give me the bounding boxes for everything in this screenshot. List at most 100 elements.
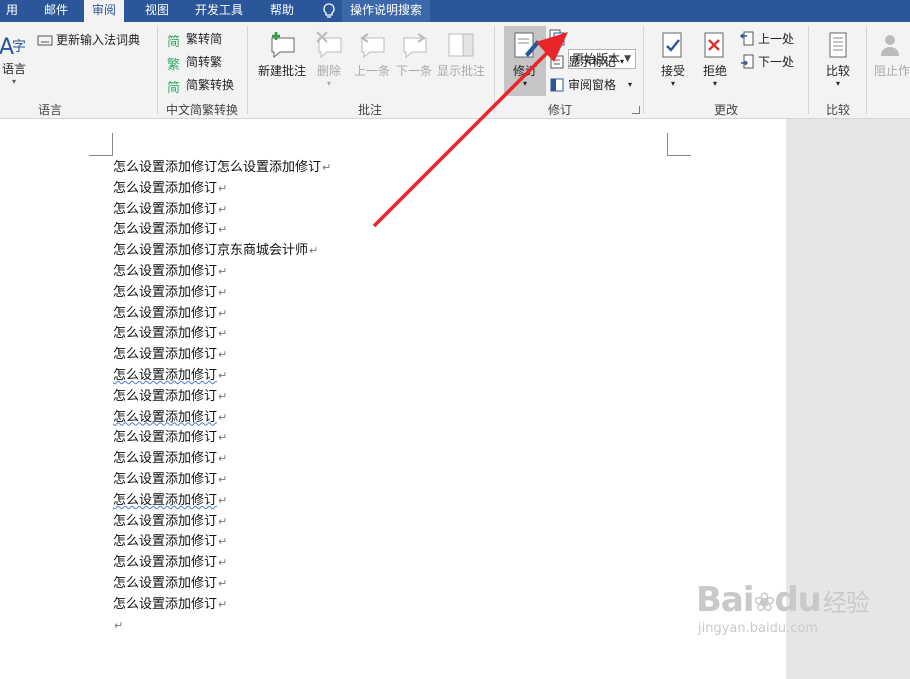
paragraph-text: 怎么设置添加修订	[113, 305, 218, 321]
document-paragraph[interactable]: 怎么设置添加修订↵	[113, 366, 227, 386]
tab-review[interactable]: 审阅	[84, 0, 125, 22]
paragraph-mark: ↵	[114, 618, 124, 632]
traditional-to-simplified-button[interactable]: 简 繁转简	[167, 30, 222, 50]
accept-button[interactable]: 接受 ▾	[656, 30, 690, 88]
paragraph-text: 怎么设置添加修订	[113, 534, 218, 550]
language-button[interactable]: A 字 语言 ▾	[0, 30, 30, 86]
paragraph-mark: ↵	[218, 265, 228, 278]
lightbulb-icon	[320, 2, 338, 20]
document-paragraph[interactable]: 怎么设置添加修订↵	[113, 428, 227, 448]
tab-view[interactable]: 视图	[137, 0, 177, 22]
paragraph-mark: ↵	[218, 556, 228, 570]
paragraph-mark: ↵	[218, 389, 228, 403]
watermark-brand-du: du	[774, 580, 822, 620]
document-paragraph[interactable]: 怎么设置添加修订↵	[113, 595, 227, 615]
block-authors-icon	[881, 35, 899, 56]
document-paragraph[interactable]: 怎么设置添加修订↵	[113, 345, 227, 365]
delete-label: 删除	[316, 64, 341, 78]
paragraph-text: 怎么设置添加修订京东商城会计师	[113, 243, 309, 259]
paragraph-mark: ↵	[322, 161, 332, 174]
paragraph-mark: ↵	[218, 202, 228, 216]
group-separator	[643, 26, 644, 114]
paragraph-text: 怎么设置添加修订	[113, 576, 218, 591]
new-comment-button[interactable]: 新建批注	[255, 30, 309, 79]
paragraph-mark: ↵	[218, 431, 228, 445]
compare-button[interactable]: 比较 ▾	[820, 30, 856, 88]
document-paragraph[interactable]: 怎么设置添加修订↵	[113, 179, 227, 199]
next-change-label: 下一处	[758, 55, 795, 69]
document-paragraph[interactable]: 怎么设置添加修订↵	[113, 283, 227, 303]
accept-icon	[662, 32, 682, 58]
previous-change-label: 上一处	[758, 32, 795, 46]
document-paragraph[interactable]: 怎么设置添加修订↵	[113, 470, 227, 490]
keyboard-icon	[37, 35, 53, 45]
paragraph-text: 怎么设置添加修订	[113, 347, 218, 363]
tab-help[interactable]: 帮助	[262, 0, 302, 22]
paragraph-mark: ↵	[218, 452, 228, 466]
page-corner-mark	[89, 133, 113, 156]
paragraph-text: 怎么设置添加修订	[113, 264, 218, 279]
paragraph-text: 怎么设置添加修订	[113, 555, 218, 571]
group-label-changes: 更改	[713, 103, 738, 117]
chinese-conversion-button[interactable]: 简 简繁转换	[167, 76, 235, 96]
language-label: 语言	[1, 62, 26, 76]
paragraph-mark: ↵	[309, 244, 319, 258]
group-label-compare: 比较	[825, 103, 850, 117]
previous-change-button[interactable]: 上一处	[739, 30, 794, 47]
document-paragraph[interactable]: ↵	[113, 616, 123, 636]
document-paragraph[interactable]: 怎么设置添加修订↵	[113, 200, 227, 220]
paragraph-text: 怎么设置添加修订怎么设置添加修订	[113, 160, 322, 175]
watermark-brand-jingyan: 经验	[822, 589, 870, 617]
document-paragraph[interactable]: 怎么设置添加修订↵	[113, 408, 227, 428]
update-ime-dictionary-button[interactable]: 更新输入法词典	[37, 31, 140, 48]
document-paragraph[interactable]: 怎么设置添加修订↵	[113, 449, 227, 469]
tab-mailings[interactable]: 邮件	[36, 0, 76, 22]
document-paragraph[interactable]: 怎么设置添加修订↵	[113, 387, 227, 407]
paragraph-mark: ↵	[218, 410, 228, 424]
chevron-down-icon: ▾	[620, 57, 625, 66]
previous-change-icon	[739, 31, 754, 45]
conversion-icon: 简	[167, 80, 181, 96]
document-paragraph[interactable]: 怎么设置添加修订↵	[113, 220, 227, 240]
paragraph-text: 怎么设置添加修订	[113, 326, 218, 342]
next-change-icon	[741, 54, 754, 68]
paragraph-text: 怎么设置添加修订	[113, 409, 218, 425]
tell-me-search[interactable]: 操作说明搜索	[342, 0, 431, 22]
new-comment-icon	[271, 32, 295, 59]
s2t-label: 简转繁	[186, 55, 223, 69]
tab-references[interactable]: 用	[0, 0, 26, 22]
paragraph-mark: ↵	[218, 285, 228, 299]
group-label-chinese-conversion: 中文简繁转换	[165, 103, 238, 117]
paragraph-text: 怎么设置添加修订	[113, 472, 218, 487]
document-paragraph[interactable]: 怎么设置添加修订↵	[113, 304, 227, 324]
delete-comment-button[interactable]: 删除 ▾	[312, 30, 346, 88]
next-change-button[interactable]: 下一处	[739, 53, 794, 70]
paragraph-text: 怎么设置添加修订	[113, 368, 218, 383]
paragraph-mark: ↵	[218, 473, 228, 486]
reject-button[interactable]: 拒绝 ▾	[698, 30, 732, 88]
ribbon-tab-bar: 用 邮件 审阅 视图 开发工具 帮助 操作说明搜索	[0, 0, 910, 22]
chevron-down-icon: ▼	[624, 54, 631, 64]
red-arrow-annotation	[372, 32, 568, 228]
group-label-language: 语言	[37, 103, 62, 117]
document-paragraph[interactable]: 怎么设置添加修订京东商城会计师↵	[113, 241, 318, 261]
document-paragraph[interactable]: 怎么设置添加修订↵	[113, 574, 227, 594]
document-paragraph[interactable]: 怎么设置添加修订↵	[113, 512, 227, 532]
document-paragraph[interactable]: 怎么设置添加修订↵	[113, 324, 227, 344]
tab-developer[interactable]: 开发工具	[187, 0, 251, 22]
tracking-dialog-launcher[interactable]	[632, 106, 640, 114]
conversion-label: 简繁转换	[186, 78, 235, 92]
simplified-to-traditional-button[interactable]: 繁 简转繁	[167, 53, 223, 73]
document-paragraph[interactable]: 怎么设置添加修订↵	[113, 491, 227, 511]
document-paragraph[interactable]: 怎么设置添加修订↵	[113, 532, 227, 552]
paw-icon: ❀	[753, 588, 776, 618]
paragraph-text: 怎么设置添加修订	[113, 388, 218, 404]
document-paragraph[interactable]: 怎么设置添加修订↵	[113, 553, 227, 573]
chevron-down-icon: ▾	[628, 80, 633, 89]
paragraph-text: 怎么设置添加修订	[113, 222, 218, 238]
page-corner-mark	[667, 133, 691, 156]
document-paragraph[interactable]: 怎么设置添加修订↵	[113, 262, 227, 282]
block-authors-button[interactable]: 阻止作	[874, 30, 910, 79]
document-paragraph[interactable]: 怎么设置添加修订怎么设置添加修订↵	[113, 158, 331, 178]
paragraph-mark: ↵	[218, 181, 228, 195]
